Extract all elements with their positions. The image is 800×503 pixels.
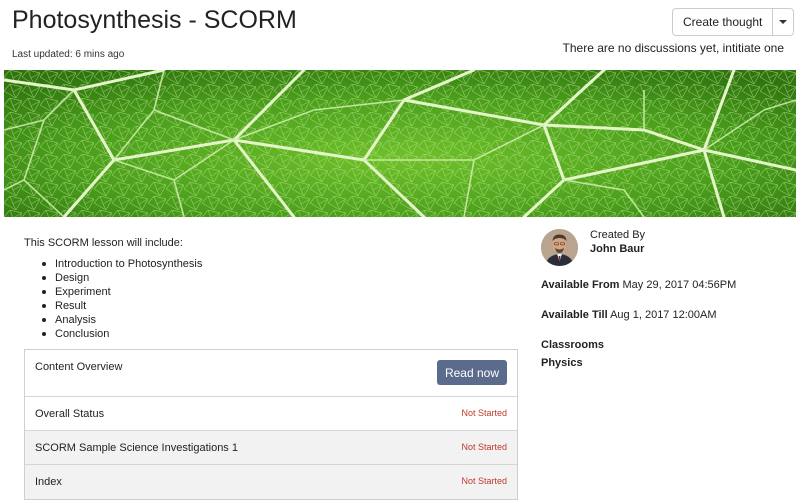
table-row[interactable]: SCORM Sample Science Investigations 1 No…: [25, 431, 517, 465]
classroom-name[interactable]: Physics: [541, 357, 583, 369]
avatar: [541, 229, 578, 266]
table-row[interactable]: Index Not Started: [25, 465, 517, 499]
classrooms-heading: Classrooms: [541, 339, 604, 351]
available-till-label: Available Till: [541, 309, 608, 321]
available-till: Available Till Aug 1, 2017 12:00AM: [541, 309, 717, 321]
page-title: Photosynthesis - SCORM: [12, 6, 297, 34]
row-label: Index: [35, 476, 62, 488]
list-item: Conclusion: [42, 327, 202, 341]
content-overview-card: Content Overview Read now Overall Status…: [24, 349, 518, 500]
create-thought-split-button: Create thought: [672, 8, 795, 36]
list-item: Experiment: [42, 285, 202, 299]
row-label: SCORM Sample Science Investigations 1: [35, 442, 238, 454]
list-item: Result: [42, 299, 202, 313]
available-from-value: May 29, 2017 04:56PM: [622, 279, 737, 291]
row-label: Overall Status: [35, 408, 105, 420]
created-by-label: Created By: [590, 229, 646, 241]
discussions-text: There are no discussions yet, intitiate …: [562, 41, 784, 55]
leaf-banner-image: [4, 70, 796, 217]
list-item: Analysis: [42, 313, 202, 327]
status-badge: Not Started: [461, 442, 507, 452]
create-thought-button[interactable]: Create thought: [672, 8, 773, 36]
caret-down-icon: [779, 20, 788, 24]
lesson-intro: This SCORM lesson will include:: [24, 237, 183, 249]
status-badge: Not Started: [461, 408, 507, 418]
available-till-value: Aug 1, 2017 12:00AM: [610, 309, 717, 321]
page-header: Photosynthesis - SCORM Last updated: 6 m…: [0, 0, 800, 70]
available-from: Available From May 29, 2017 04:56PM: [541, 279, 736, 291]
table-row: Overall Status Not Started: [25, 397, 517, 431]
lesson-topic-list: Introduction to Photosynthesis Design Ex…: [42, 257, 202, 341]
classrooms-label: Classrooms: [541, 339, 604, 351]
available-from-label: Available From: [541, 279, 620, 291]
creator-name[interactable]: John Baur: [590, 243, 644, 255]
list-item: Design: [42, 271, 202, 285]
last-updated: Last updated: 6 mins ago: [12, 49, 125, 60]
content-overview-title: Content Overview: [35, 361, 123, 373]
list-item: Introduction to Photosynthesis: [42, 257, 202, 271]
create-thought-dropdown-toggle[interactable]: [772, 8, 795, 36]
read-now-button[interactable]: Read now: [437, 360, 507, 385]
status-badge: Not Started: [461, 476, 507, 486]
content-overview-header: Content Overview Read now: [25, 350, 517, 397]
classroom-item[interactable]: Physics: [541, 357, 583, 369]
